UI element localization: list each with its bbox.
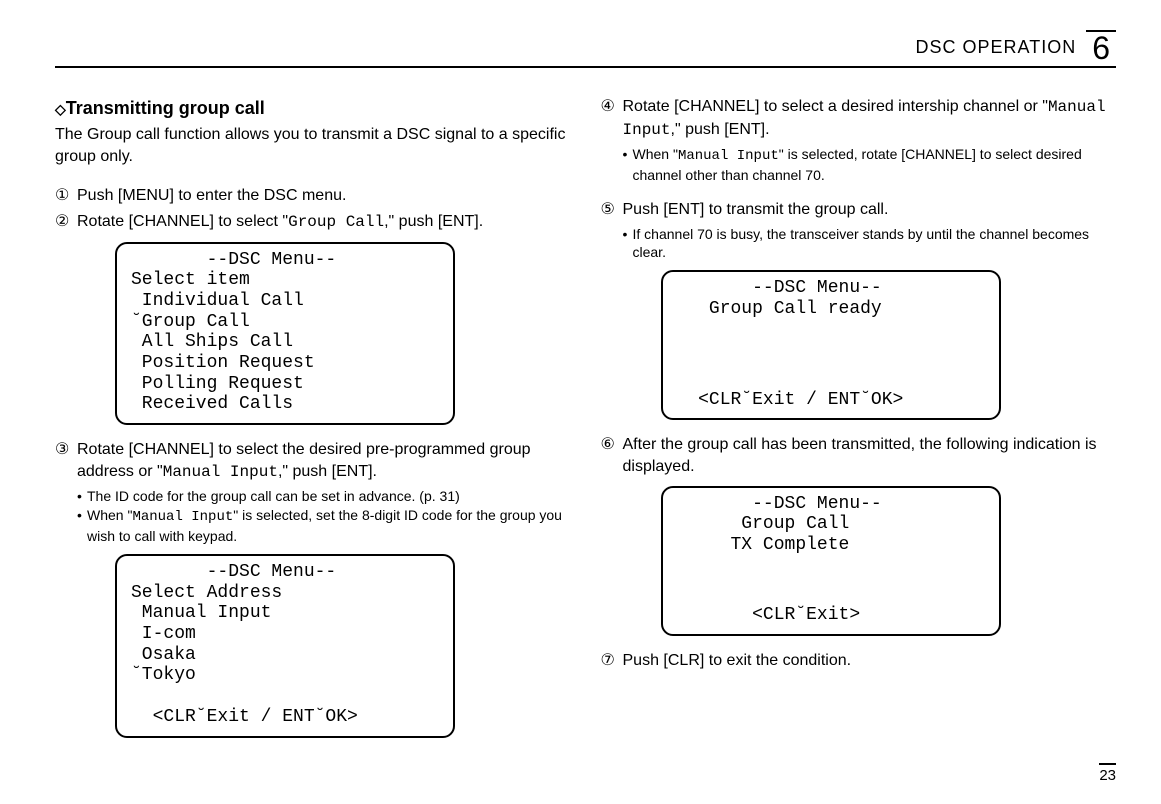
step-5-text: Push [ENT] to transmit the group call.	[623, 199, 1117, 221]
code-group-call: Group Call	[288, 213, 384, 231]
step-5-sub-1: • If channel 70 is busy, the transceiver…	[623, 225, 1117, 263]
step-4: ④ Rotate [CHANNEL] to select a desired i…	[601, 96, 1117, 141]
code-manual-input-2: Manual Input	[132, 509, 233, 525]
step-1: ① Push [MENU] to enter the DSC menu.	[55, 185, 571, 207]
step-num-6: ⑥	[601, 434, 623, 477]
diamond-marker: ◇	[55, 101, 66, 117]
section-title-text: Transmitting group call	[66, 98, 265, 118]
step-4-sub-1: • When "Manual Input" is selected, rotat…	[623, 145, 1117, 185]
step-2-text: Rotate [CHANNEL] to select "Group Call,"…	[77, 211, 571, 234]
lcd-screen-4: --DSC Menu-- Group Call TX Complete <CLR…	[661, 486, 1001, 636]
lcd-3-top: --DSC Menu-- Group Call ready	[677, 278, 985, 319]
document-page: DSC OPERATION 6 ◇Transmitting group call…	[0, 0, 1161, 804]
header-title: DSC OPERATION	[916, 37, 1077, 58]
step-5-substeps: • If channel 70 is busy, the transceiver…	[601, 225, 1117, 263]
step-3-text: Rotate [CHANNEL] to select the desired p…	[77, 439, 571, 483]
step-num-2: ②	[55, 211, 77, 234]
step-num-5: ⑤	[601, 199, 623, 221]
step-6-text: After the group call has been transmitte…	[623, 434, 1117, 477]
page-number: 23	[1099, 763, 1116, 784]
intro-text: The Group call function allows you to tr…	[55, 124, 571, 167]
bullet-icon: •	[623, 225, 633, 263]
step-7-text: Push [CLR] to exit the condition.	[623, 650, 1117, 672]
lcd-spacer	[677, 320, 985, 390]
bullet-icon: •	[77, 487, 87, 506]
lcd-4-top: --DSC Menu-- Group Call TX Complete	[677, 494, 985, 556]
step-num-3: ③	[55, 439, 77, 483]
code-manual-input-1: Manual Input	[163, 463, 278, 481]
step-4-text: Rotate [CHANNEL] to select a desired int…	[623, 96, 1117, 141]
step-num-7: ⑦	[601, 650, 623, 672]
lcd-screen-1: --DSC Menu-- Select item Individual Call…	[115, 242, 455, 426]
page-header: DSC OPERATION 6	[55, 30, 1116, 68]
step-2: ② Rotate [CHANNEL] to select "Group Call…	[55, 211, 571, 234]
step-num-4: ④	[601, 96, 623, 141]
lcd-3-bottom: <CLR˘Exit / ENT˘OK>	[677, 390, 985, 411]
step-3-substeps: • The ID code for the group call can be …	[55, 487, 571, 546]
lcd-spacer	[677, 556, 985, 605]
right-column: ④ Rotate [CHANNEL] to select a desired i…	[601, 96, 1117, 752]
left-column: ◇Transmitting group call The Group call …	[55, 96, 571, 752]
chapter-number: 6	[1086, 30, 1116, 64]
lcd-4-bottom: <CLR˘Exit>	[677, 605, 985, 626]
step-3-sub-2: • When "Manual Input" is selected, set t…	[77, 506, 571, 546]
step-3-sub-1: • The ID code for the group call can be …	[77, 487, 571, 506]
section-title: ◇Transmitting group call	[55, 96, 571, 120]
step-4-substeps: • When "Manual Input" is selected, rotat…	[601, 145, 1117, 185]
code-manual-input-4: Manual Input	[678, 148, 779, 164]
bullet-icon: •	[77, 506, 87, 546]
step-5: ⑤ Push [ENT] to transmit the group call.	[601, 199, 1117, 221]
step-7: ⑦ Push [CLR] to exit the condition.	[601, 650, 1117, 672]
bullet-icon: •	[623, 145, 633, 185]
step-1-text: Push [MENU] to enter the DSC menu.	[77, 185, 571, 207]
step-6: ⑥ After the group call has been transmit…	[601, 434, 1117, 477]
spacer	[601, 185, 1117, 199]
lcd-screen-2: --DSC Menu-- Select Address Manual Input…	[115, 554, 455, 738]
content-columns: ◇Transmitting group call The Group call …	[55, 96, 1116, 752]
step-num-1: ①	[55, 185, 77, 207]
step-3: ③ Rotate [CHANNEL] to select the desired…	[55, 439, 571, 483]
lcd-screen-3: --DSC Menu-- Group Call ready <CLR˘Exit …	[661, 270, 1001, 420]
